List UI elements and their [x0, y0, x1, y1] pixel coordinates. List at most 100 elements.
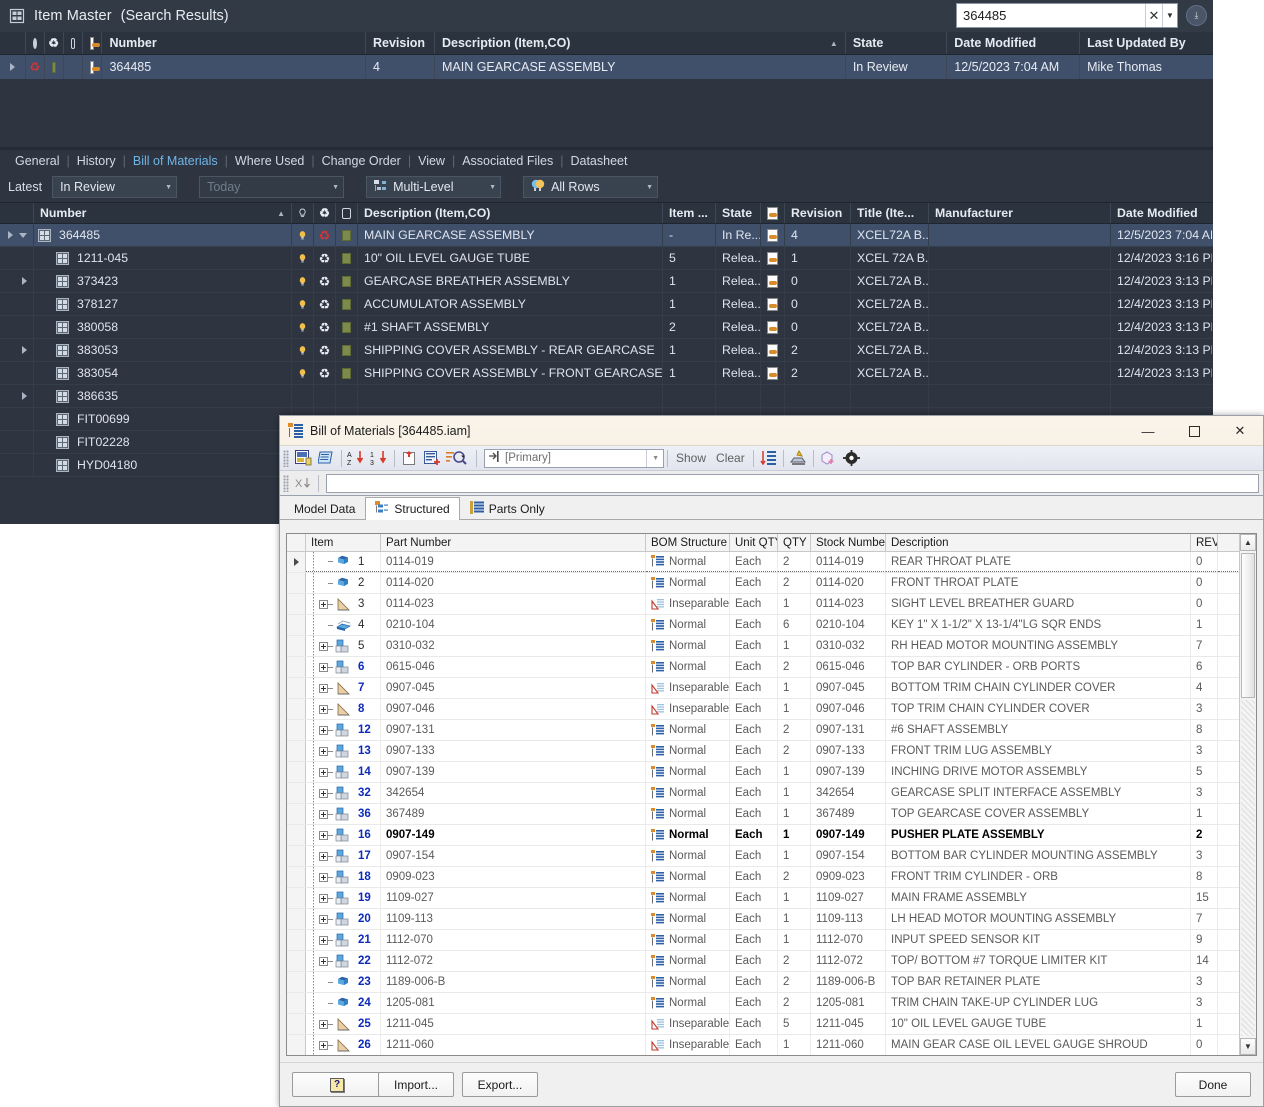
chevron-down-icon[interactable]: ▼ — [646, 450, 663, 467]
expand-plus-icon[interactable] — [319, 726, 328, 735]
formula-input[interactable] — [326, 474, 1259, 493]
column-header-unit-qty[interactable]: Unit QTY — [730, 534, 778, 551]
row-selector[interactable] — [287, 615, 306, 635]
row-selector[interactable] — [287, 657, 306, 677]
bom-grid-row[interactable]: 130907-133NormalEach20907-133FRONT TRIM … — [287, 741, 1256, 762]
view-properties-combo[interactable]: [Primary] ▼ — [484, 449, 664, 468]
column-header-stock-number[interactable]: Stock Number — [811, 534, 886, 551]
row-selector[interactable] — [287, 846, 306, 866]
expand-plus-icon[interactable] — [319, 663, 328, 672]
column-header-bom-revision[interactable]: Revision — [785, 203, 851, 223]
help-button[interactable]: ? — [292, 1072, 382, 1097]
chevron-down-icon[interactable]: ▼ — [1162, 4, 1177, 27]
row-expander[interactable] — [0, 270, 34, 292]
expand-plus-icon[interactable] — [319, 789, 328, 798]
bom-grid-row[interactable]: 211112-070NormalEach11112-070INPUT SPEED… — [287, 930, 1256, 951]
tab-general[interactable]: General — [8, 154, 66, 168]
save-bom-icon[interactable] — [292, 448, 315, 469]
bom-view-properties-icon[interactable] — [315, 448, 338, 469]
bom-tree-row[interactable]: 1211-045♻10" OIL LEVEL GAUGE TUBE5Relea.… — [0, 247, 1213, 270]
maximize-button[interactable] — [1171, 416, 1217, 446]
row-selector[interactable] — [287, 678, 306, 698]
state-filter-combo[interactable]: In Review ▼ — [52, 176, 177, 198]
expand-plus-icon[interactable] — [319, 810, 328, 819]
column-header-bom-date-modified[interactable]: Date Modified — [1111, 203, 1212, 223]
tab-history[interactable]: History — [70, 154, 123, 168]
settings-gear-icon[interactable] — [840, 448, 863, 469]
tab-associated-files[interactable]: Associated Files — [455, 154, 560, 168]
bom-grid-row[interactable]: 40210-104NormalEach60210-104KEY 1" X 1-1… — [287, 615, 1256, 636]
expand-plus-icon[interactable] — [319, 936, 328, 945]
filter-icon[interactable] — [444, 448, 473, 469]
column-header-revision[interactable]: Revision — [366, 32, 435, 54]
row-expander[interactable] — [0, 408, 34, 430]
tab-datasheet[interactable]: Datasheet — [563, 154, 634, 168]
row-selector[interactable] — [287, 930, 306, 950]
expand-plus-icon[interactable] — [319, 894, 328, 903]
expand-plus-icon[interactable] — [319, 600, 328, 609]
renumber-icon[interactable] — [757, 448, 780, 469]
column-header-bom-number[interactable]: Number ▲ — [34, 203, 292, 223]
column-header-description[interactable]: Description (Item,CO) ▲ — [435, 32, 846, 54]
column-header-part-number[interactable]: Part Number — [381, 534, 646, 551]
expand-plus-icon[interactable] — [319, 831, 328, 840]
bom-tree-row[interactable]: 380058♻#1 SHAFT ASSEMBLY2Relea...0XCEL72… — [0, 316, 1213, 339]
scrollbar-track[interactable] — [1241, 700, 1255, 1036]
tab-change-order[interactable]: Change Order — [315, 154, 408, 168]
row-expander[interactable] — [0, 339, 34, 361]
tab-bill-of-materials[interactable]: Bill of Materials — [126, 154, 225, 168]
bom-grid-row[interactable]: 251211-045InseparableEach51211-04510" OI… — [287, 1014, 1256, 1035]
row-expander[interactable] — [0, 385, 34, 407]
row-selector[interactable] — [287, 804, 306, 824]
search-box[interactable]: ✕ ▼ — [956, 3, 1178, 28]
row-selector[interactable] — [287, 993, 306, 1013]
scrollbar-thumb[interactable] — [1241, 553, 1255, 698]
bom-grid-row[interactable]: 140907-139NormalEach10907-139INCHING DRI… — [287, 762, 1256, 783]
tab-where-used[interactable]: Where Used — [228, 154, 311, 168]
column-header-qty[interactable]: QTY — [778, 534, 811, 551]
bom-grid-row[interactable]: 160907-149NormalEach10907-149PUSHER PLAT… — [287, 825, 1256, 846]
tab-structured[interactable]: Structured — [365, 497, 459, 520]
row-expander[interactable] — [0, 55, 26, 79]
bom-grid-row[interactable]: 191109-027NormalEach11109-027MAIN FRAME … — [287, 888, 1256, 909]
bom-tree-row[interactable]: 364485♻MAIN GEARCASE ASSEMBLY-In Re...4X… — [0, 224, 1213, 247]
row-selector[interactable] — [287, 951, 306, 971]
bom-grid-row[interactable]: 20114-020NormalEach20114-020FRONT THROAT… — [287, 573, 1256, 594]
insert-item-icon[interactable] — [398, 448, 421, 469]
column-header-title[interactable]: Title (Ite... — [851, 203, 929, 223]
column-header-state[interactable]: State — [846, 32, 947, 54]
expand-plus-icon[interactable] — [319, 1041, 328, 1050]
bom-grid-row[interactable]: 231189-006-BNormalEach21189-006-BTOP BAR… — [287, 972, 1256, 993]
row-expander[interactable] — [0, 247, 34, 269]
close-icon[interactable]: ✕ — [1145, 4, 1162, 27]
expand-plus-icon[interactable] — [319, 705, 328, 714]
row-selector[interactable] — [287, 867, 306, 887]
row-selector[interactable] — [287, 783, 306, 803]
bom-tree-row[interactable]: 373423♻GEARCASE BREATHER ASSEMBLY1Relea.… — [0, 270, 1213, 293]
column-header-last-updated-by[interactable]: Last Updated By — [1080, 32, 1213, 54]
import-button[interactable]: Import... — [378, 1072, 454, 1097]
tab-model-data[interactable]: Model Data — [284, 498, 365, 519]
scroll-up-button[interactable]: ▲ — [1240, 534, 1256, 551]
tab-view[interactable]: View — [411, 154, 452, 168]
row-selector[interactable] — [287, 741, 306, 761]
vertical-scrollbar[interactable]: ▲ ▼ — [1239, 534, 1256, 1055]
clear-button[interactable]: Clear — [711, 451, 750, 465]
results-row[interactable]: ♻ 364485 4 MAIN GEARCASE ASSEMBLY In Rev… — [0, 55, 1213, 79]
bom-grid-row[interactable]: 36367489NormalEach1367489TOP GEARCASE CO… — [287, 804, 1256, 825]
column-header-bom-structure[interactable]: BOM Structure — [646, 534, 730, 551]
column-header-description[interactable]: Description — [886, 534, 1191, 551]
expand-plus-icon[interactable] — [319, 852, 328, 861]
row-selector[interactable] — [287, 888, 306, 908]
bom-grid-row[interactable]: 50310-032NormalEach10310-032RH HEAD MOTO… — [287, 636, 1256, 657]
bom-grid-row[interactable]: 261211-060InseparableEach11211-060MAIN G… — [287, 1035, 1256, 1056]
expand-plus-icon[interactable] — [319, 768, 328, 777]
row-selector[interactable] — [287, 972, 306, 992]
row-selector[interactable] — [287, 573, 306, 593]
add-custom-part-icon[interactable] — [421, 448, 444, 469]
minimize-button[interactable]: — — [1125, 416, 1171, 446]
bom-grid-row[interactable]: 80907-046InseparableEach10907-046TOP TRI… — [287, 699, 1256, 720]
rows-filter-combo[interactable]: All Rows ▼ — [523, 176, 658, 198]
row-expander[interactable] — [0, 316, 34, 338]
expand-plus-icon[interactable] — [319, 684, 328, 693]
